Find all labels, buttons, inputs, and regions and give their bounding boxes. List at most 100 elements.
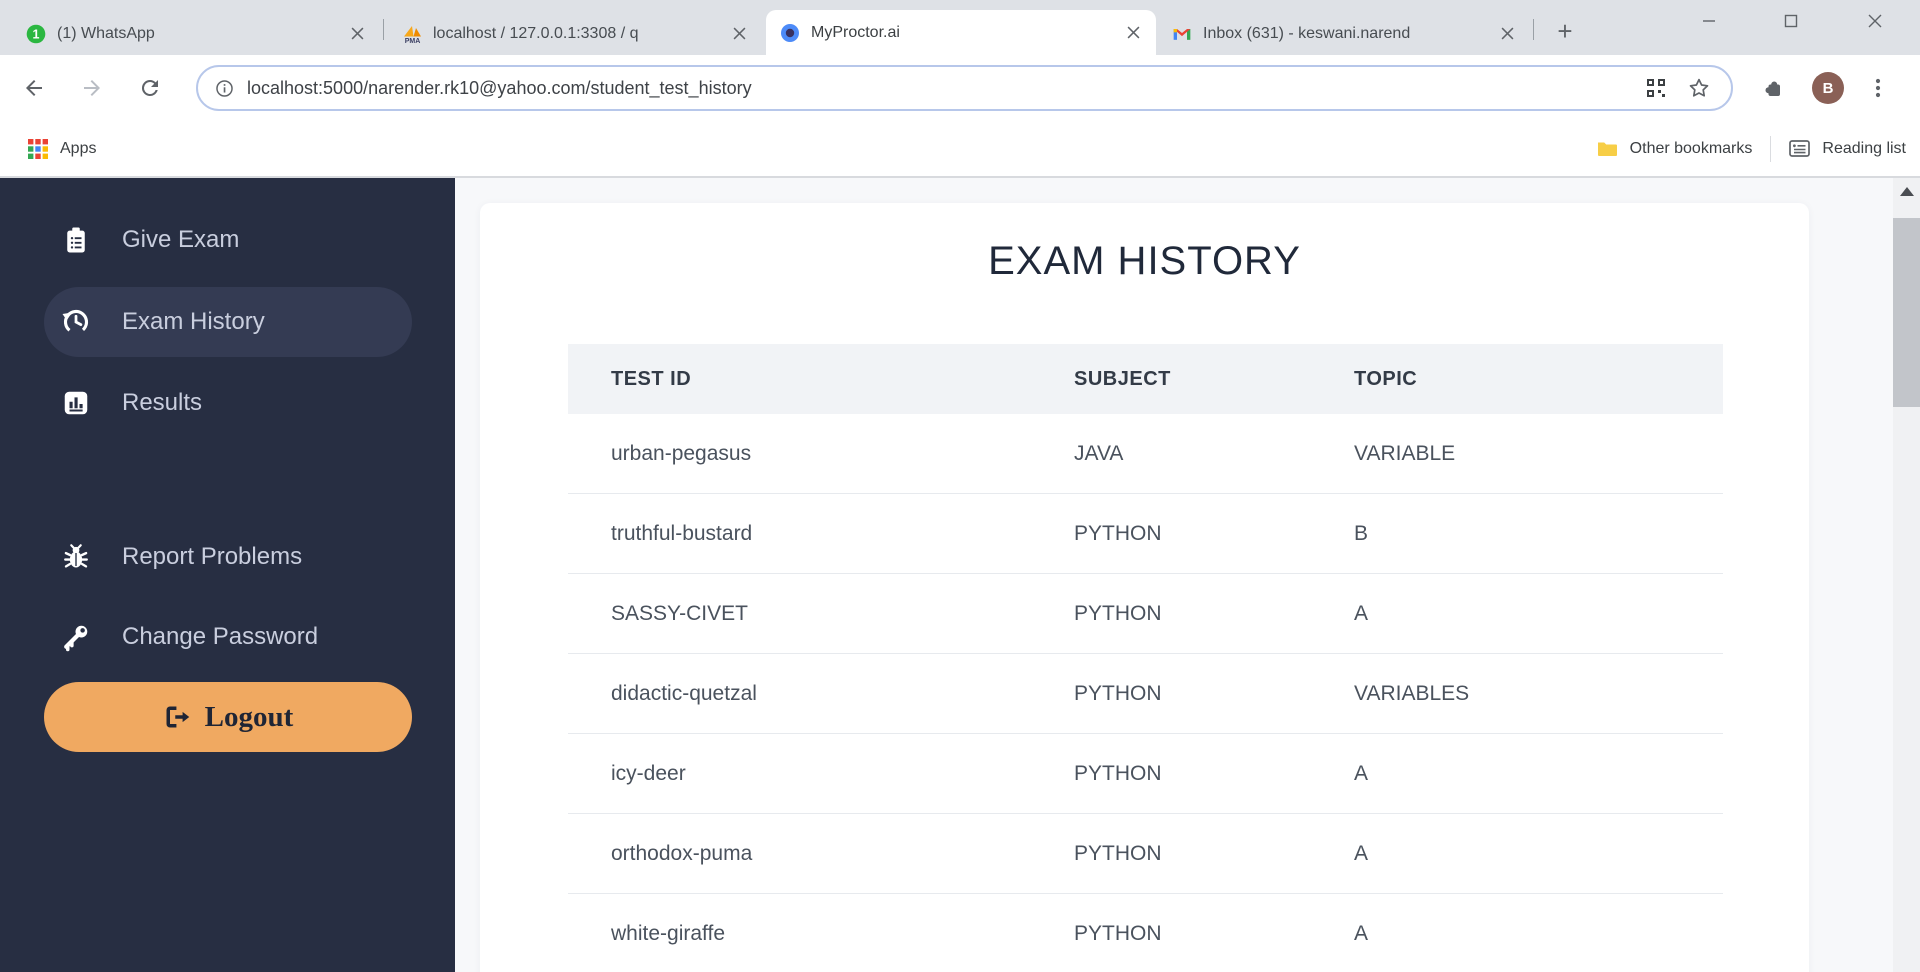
sidebar-item-report-problems[interactable]: Report Problems bbox=[0, 522, 455, 592]
key-icon bbox=[58, 619, 94, 655]
window-minimize-button[interactable] bbox=[1686, 0, 1732, 42]
sidebar-item-change-password[interactable]: Change Password bbox=[0, 602, 455, 672]
sidebar-item-exam-history[interactable]: Exam History bbox=[44, 287, 412, 357]
sign-out-icon bbox=[163, 703, 191, 731]
sidebar: Give Exam Exam History Results Report Pr… bbox=[0, 178, 455, 972]
apps-shortcut[interactable]: Apps bbox=[28, 138, 97, 159]
cell-topic: VARIABLES bbox=[1311, 653, 1723, 734]
cell-subject: PYTHON bbox=[1031, 653, 1311, 734]
table-row: didactic-quetzal PYTHON VARIABLES bbox=[568, 653, 1723, 734]
cell-test-id: orthodox-puma bbox=[568, 813, 1031, 894]
tab-strip: 1 (1) WhatsApp PMA localhost / 127.0.0.1… bbox=[0, 0, 1920, 55]
bar-chart-icon bbox=[58, 385, 94, 421]
reload-button[interactable] bbox=[132, 70, 168, 106]
svg-text:PMA: PMA bbox=[405, 38, 421, 44]
tab-title: MyProctor.ai bbox=[811, 23, 900, 41]
extensions-puzzle-icon[interactable] bbox=[1756, 72, 1788, 104]
back-button[interactable] bbox=[16, 70, 52, 106]
close-tab-icon[interactable] bbox=[1498, 25, 1516, 43]
table-row: urban-pegasus JAVA VARIABLE bbox=[568, 414, 1723, 494]
browser-toolbar: localhost:5000/narender.rk10@yahoo.com/s… bbox=[0, 55, 1920, 121]
exam-history-table: TEST ID SUBJECT TOPIC urban-pegasus JAVA… bbox=[568, 344, 1723, 972]
page-info-icon[interactable] bbox=[214, 78, 235, 99]
browser-menu-icon[interactable] bbox=[1862, 72, 1894, 104]
cell-topic: VARIABLE bbox=[1311, 414, 1723, 494]
tab-separator bbox=[1533, 19, 1534, 40]
address-bar[interactable]: localhost:5000/narender.rk10@yahoo.com/s… bbox=[196, 65, 1733, 111]
scrollbar-thumb[interactable] bbox=[1893, 218, 1920, 407]
other-bookmarks-label: Other bookmarks bbox=[1629, 139, 1753, 157]
cell-test-id: didactic-quetzal bbox=[568, 653, 1031, 734]
other-bookmarks-button[interactable]: Other bookmarks bbox=[1597, 139, 1753, 158]
cell-subject: PYTHON bbox=[1031, 813, 1311, 894]
tab-whatsapp[interactable]: 1 (1) WhatsApp bbox=[12, 12, 380, 55]
table-row: orthodox-puma PYTHON A bbox=[568, 813, 1723, 894]
sidebar-item-label: Exam History bbox=[122, 308, 265, 335]
apps-grid-icon bbox=[28, 138, 48, 159]
tab-phpmyadmin[interactable]: PMA localhost / 127.0.0.1:3308 / q bbox=[388, 12, 762, 55]
table-row: SASSY-CIVET PYTHON A bbox=[568, 573, 1723, 654]
gmail-icon bbox=[1172, 24, 1192, 44]
sidebar-item-give-exam[interactable]: Give Exam bbox=[0, 205, 455, 275]
bookmark-star-icon[interactable] bbox=[1687, 76, 1711, 100]
logout-label: Logout bbox=[204, 700, 294, 733]
column-header-topic: TOPIC bbox=[1354, 367, 1418, 390]
cell-topic: A bbox=[1311, 893, 1723, 972]
close-tab-icon[interactable] bbox=[1124, 24, 1142, 42]
bookmarks-divider bbox=[1770, 135, 1772, 162]
url-text: localhost:5000/narender.rk10@yahoo.com/s… bbox=[247, 77, 752, 98]
table-row: white-giraffe PYTHON A bbox=[568, 893, 1723, 972]
table-row: icy-deer PYTHON A bbox=[568, 733, 1723, 814]
cell-test-id: icy-deer bbox=[568, 733, 1031, 814]
cell-topic: A bbox=[1311, 573, 1723, 654]
cell-test-id: truthful-bustard bbox=[568, 493, 1031, 574]
page-scrollbar[interactable] bbox=[1893, 178, 1920, 972]
myproctor-icon bbox=[780, 23, 800, 43]
profile-avatar[interactable]: B bbox=[1812, 72, 1844, 104]
sidebar-item-label: Report Problems bbox=[122, 543, 303, 570]
cell-topic: A bbox=[1311, 733, 1723, 814]
reading-list-label: Reading list bbox=[1822, 139, 1906, 157]
new-tab-button[interactable]: + bbox=[1548, 14, 1582, 48]
tab-title: localhost / 127.0.0.1:3308 / q bbox=[433, 24, 639, 42]
window-maximize-button[interactable] bbox=[1768, 0, 1814, 42]
tab-separator bbox=[383, 19, 384, 40]
table-header-row: TEST ID SUBJECT TOPIC bbox=[568, 344, 1723, 414]
whatsapp-icon: 1 bbox=[26, 24, 46, 44]
sidebar-item-results[interactable]: Results bbox=[0, 368, 455, 438]
cell-topic: B bbox=[1311, 493, 1723, 574]
tab-title: Inbox (631) - keswani.narend bbox=[1203, 24, 1411, 42]
reading-list-button[interactable]: Reading list bbox=[1789, 139, 1906, 158]
column-header-test-id: TEST ID bbox=[611, 367, 692, 390]
folder-icon bbox=[1597, 140, 1618, 157]
tab-myproctor[interactable]: MyProctor.ai bbox=[766, 10, 1156, 55]
scroll-up-arrow-icon[interactable] bbox=[1899, 187, 1914, 196]
cell-subject: PYTHON bbox=[1031, 893, 1311, 972]
logout-button[interactable]: Logout bbox=[44, 682, 412, 752]
window-close-button[interactable] bbox=[1852, 0, 1898, 42]
svg-text:1: 1 bbox=[33, 27, 40, 41]
close-tab-icon[interactable] bbox=[730, 25, 748, 43]
table-row: truthful-bustard PYTHON B bbox=[568, 493, 1723, 574]
cell-test-id: SASSY-CIVET bbox=[568, 573, 1031, 654]
apps-label: Apps bbox=[60, 139, 97, 157]
tab-gmail-inbox[interactable]: Inbox (631) - keswani.narend bbox=[1158, 12, 1530, 55]
sidebar-item-label: Give Exam bbox=[122, 226, 240, 253]
sidebar-item-label: Results bbox=[122, 389, 203, 416]
qr-code-icon[interactable] bbox=[1645, 77, 1667, 99]
cell-subject: PYTHON bbox=[1031, 573, 1311, 654]
phpmyadmin-icon: PMA bbox=[402, 24, 422, 44]
clipboard-list-icon bbox=[58, 222, 94, 258]
reading-list-icon bbox=[1789, 139, 1811, 158]
omnibox-actions bbox=[1645, 76, 1715, 100]
cell-subject: PYTHON bbox=[1031, 733, 1311, 814]
column-header-subject: SUBJECT bbox=[1074, 367, 1171, 390]
sidebar-item-label: Change Password bbox=[122, 623, 319, 650]
cell-subject: PYTHON bbox=[1031, 493, 1311, 574]
tab-title: (1) WhatsApp bbox=[57, 24, 155, 42]
close-tab-icon[interactable] bbox=[348, 25, 366, 43]
bookmarks-bar: Apps Other bookmarks Reading list bbox=[0, 121, 1920, 176]
forward-button[interactable] bbox=[74, 70, 110, 106]
exam-history-card: EXAM HISTORY TEST ID SUBJECT TOPIC urban… bbox=[480, 203, 1809, 972]
page-title: EXAM HISTORY bbox=[988, 239, 1301, 283]
